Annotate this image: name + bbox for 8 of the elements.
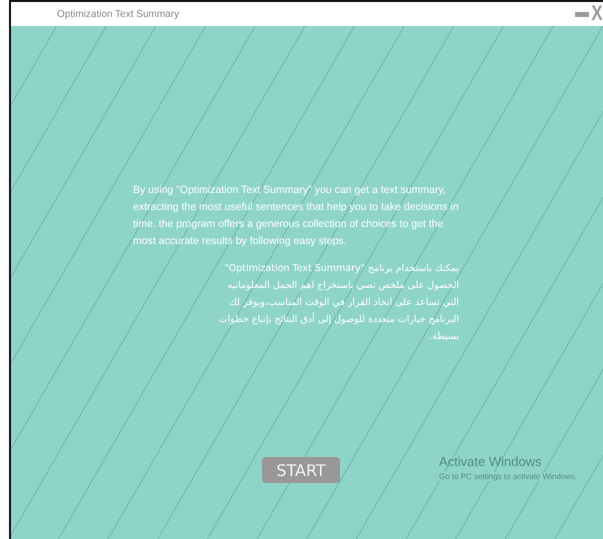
activation-notice-title: Activate Windows (439, 454, 543, 469)
intro-text: By using "Optimization Text Summary" you can get a text summary, extracting the most useful sentences that help you to take decisions in time. the program offers a generous collection of choices to get the most accurate results by following easy steps. (133, 183, 460, 249)
window-title: Optimization Text Summary (57, 8, 180, 20)
minimize-icon[interactable] (574, 12, 589, 16)
activation-notice-text: Go to PC settings to activate Windows. (439, 472, 578, 481)
start-button[interactable]: START (262, 457, 340, 483)
intro-text-arabic: يمكنك باستخدام برنامج "Optimization Text Summary" الحصول على ملخص نصي باستخراج اهم الجمل المعلوماتيه التي تساعد على اتخاذ القرار في الوقت المناسب،ويوفر لك البرنامج خيارات متعددة للوصول إلى أدق النتائج بإتباع خطوات بسيطة. (218, 262, 459, 344)
close-button[interactable]: X (591, 3, 603, 25)
